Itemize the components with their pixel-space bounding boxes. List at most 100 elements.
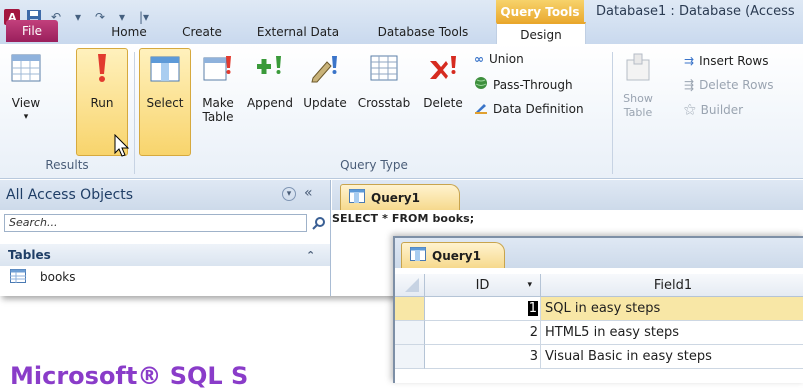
row-selector[interactable]	[395, 297, 425, 321]
delete-query-button[interactable]: Delete	[418, 52, 468, 110]
crosstab-button[interactable]: Crosstab	[354, 52, 414, 110]
datasheet-view-icon	[11, 54, 41, 82]
row-selector[interactable]	[395, 321, 425, 345]
run-label: Run	[90, 96, 114, 110]
query-type-group-label: Query Type	[340, 158, 408, 172]
delete-label: Delete	[423, 96, 463, 110]
tab-query1-datasheet[interactable]: Query1	[401, 242, 505, 268]
tables-section-label: Tables	[8, 248, 51, 262]
show-table-label-1: Show	[623, 92, 653, 105]
tab-query1[interactable]: Query1	[340, 184, 460, 210]
show-table-label-2: Table	[623, 106, 653, 119]
table-row-field1-cell[interactable]: SQL in easy steps	[541, 297, 803, 321]
pass-through-button[interactable]: Pass-Through	[474, 76, 573, 93]
tab-file[interactable]: File	[6, 20, 58, 42]
page-headline: Microsoft® SQL S	[10, 362, 249, 390]
view-button[interactable]: View ▾	[6, 52, 46, 124]
cell-value: HTML5 in easy steps	[545, 325, 680, 340]
column-header-field1[interactable]: Field1	[541, 274, 803, 296]
collapse-pane-icon[interactable]: «	[304, 185, 313, 201]
chevron-down-icon: ▾	[23, 112, 29, 122]
column-header-label: ID	[475, 277, 490, 293]
pass-through-label: Pass-Through	[493, 77, 573, 92]
collapse-section-icon[interactable]: ⌃	[306, 249, 315, 262]
update-button[interactable]: Update	[298, 52, 352, 110]
cell-value: SQL in easy steps	[545, 301, 661, 316]
builder-label: Builder	[700, 102, 744, 117]
delete-rows-icon: ⇶	[684, 78, 695, 92]
tab-design[interactable]: Design	[496, 22, 586, 46]
append-icon	[257, 56, 281, 74]
append-button[interactable]: Append	[244, 52, 296, 110]
table-row-id-cell[interactable]: 1	[425, 297, 541, 321]
make-table-icon	[203, 56, 231, 81]
tab-external-data[interactable]: External Data	[248, 22, 348, 42]
search-icon[interactable]	[309, 214, 329, 232]
tab-database-tools[interactable]: Database Tools	[364, 22, 482, 42]
mouse-cursor-icon	[114, 133, 130, 161]
chevron-down-icon[interactable]: ▾	[282, 187, 296, 201]
insert-rows-button[interactable]: ⇉ Insert Rows	[684, 54, 769, 68]
datasheet-tab-label: Query1	[432, 248, 481, 263]
append-label: Append	[246, 96, 294, 110]
nav-item-books[interactable]: books	[0, 266, 330, 288]
select-query-icon	[150, 56, 180, 82]
show-table-icon	[626, 53, 650, 81]
table-row-field1-cell[interactable]: HTML5 in easy steps	[541, 321, 803, 345]
query-icon	[410, 247, 426, 264]
tables-section-header[interactable]: Tables ⌃	[0, 244, 330, 266]
select-query-button[interactable]: Select	[141, 52, 189, 110]
globe-icon	[474, 76, 488, 93]
nav-item-label: books	[40, 270, 76, 284]
data-definition-button[interactable]: Data Definition	[474, 100, 584, 117]
table-icon	[10, 268, 26, 286]
cell-value: 1	[527, 301, 538, 316]
crosstab-icon	[370, 55, 398, 81]
delete-rows-button[interactable]: ⇶ Delete Rows	[684, 78, 774, 92]
table-row-id-cell[interactable]: 3	[425, 345, 541, 369]
results-group-label: Results	[45, 158, 89, 172]
datasheet-window: Query1 ID ▾ Field1 1 SQL in easy steps 2…	[393, 236, 803, 383]
delete-rows-label: Delete Rows	[699, 78, 774, 92]
run-exclamation-icon	[98, 54, 106, 82]
group-separator	[612, 52, 613, 174]
nav-pane-title: All Access Objects	[6, 187, 134, 203]
make-table-label-1: Make	[202, 96, 234, 110]
cell-value: 3	[529, 349, 538, 364]
make-table-button[interactable]: Make Table	[196, 52, 240, 124]
nav-pane-header[interactable]: All Access Objects ▾ «	[0, 180, 330, 210]
tab-home[interactable]: Home	[104, 22, 154, 42]
table-row-id-cell[interactable]: 2	[425, 321, 541, 345]
query-tools-context-label: Query Tools	[496, 0, 584, 24]
builder-button[interactable]: ⚝ Builder	[684, 102, 743, 117]
crosstab-label: Crosstab	[357, 96, 411, 110]
builder-wand-icon: ⚝	[684, 102, 696, 116]
show-table-button[interactable]: Show Table	[618, 52, 658, 120]
column-header-label: Field1	[653, 277, 693, 293]
chevron-down-icon[interactable]: ▾	[527, 280, 532, 290]
data-definition-label: Data Definition	[493, 101, 584, 116]
select-label: Select	[146, 96, 184, 110]
select-all-corner[interactable]	[395, 274, 425, 296]
delete-x-icon	[430, 56, 456, 79]
view-label: View	[11, 96, 41, 110]
union-button[interactable]: ∞ Union	[474, 52, 524, 66]
row-selector[interactable]	[395, 345, 425, 369]
update-label: Update	[303, 96, 347, 110]
union-label: Union	[489, 52, 524, 66]
sql-editor-text[interactable]: SELECT * FROM books;	[332, 212, 474, 225]
tab-create[interactable]: Create	[172, 22, 232, 42]
search-input[interactable]: Search...	[4, 214, 307, 232]
datasheet-header-row: ID ▾ Field1	[395, 274, 803, 297]
run-button[interactable]: Run	[78, 52, 126, 110]
chevron-down-icon[interactable]: ▾	[70, 9, 86, 25]
update-pencil-icon	[311, 56, 337, 83]
column-header-id[interactable]: ID ▾	[425, 274, 541, 296]
window-title: Database1 : Database (Access	[596, 4, 795, 19]
table-row-field1-cell[interactable]: Visual Basic in easy steps	[541, 345, 803, 369]
cell-value: 2	[529, 325, 538, 340]
insert-rows-label: Insert Rows	[699, 54, 769, 68]
insert-rows-icon: ⇉	[684, 54, 695, 68]
query-tab-label: Query1	[371, 190, 420, 205]
group-separator	[134, 52, 135, 174]
